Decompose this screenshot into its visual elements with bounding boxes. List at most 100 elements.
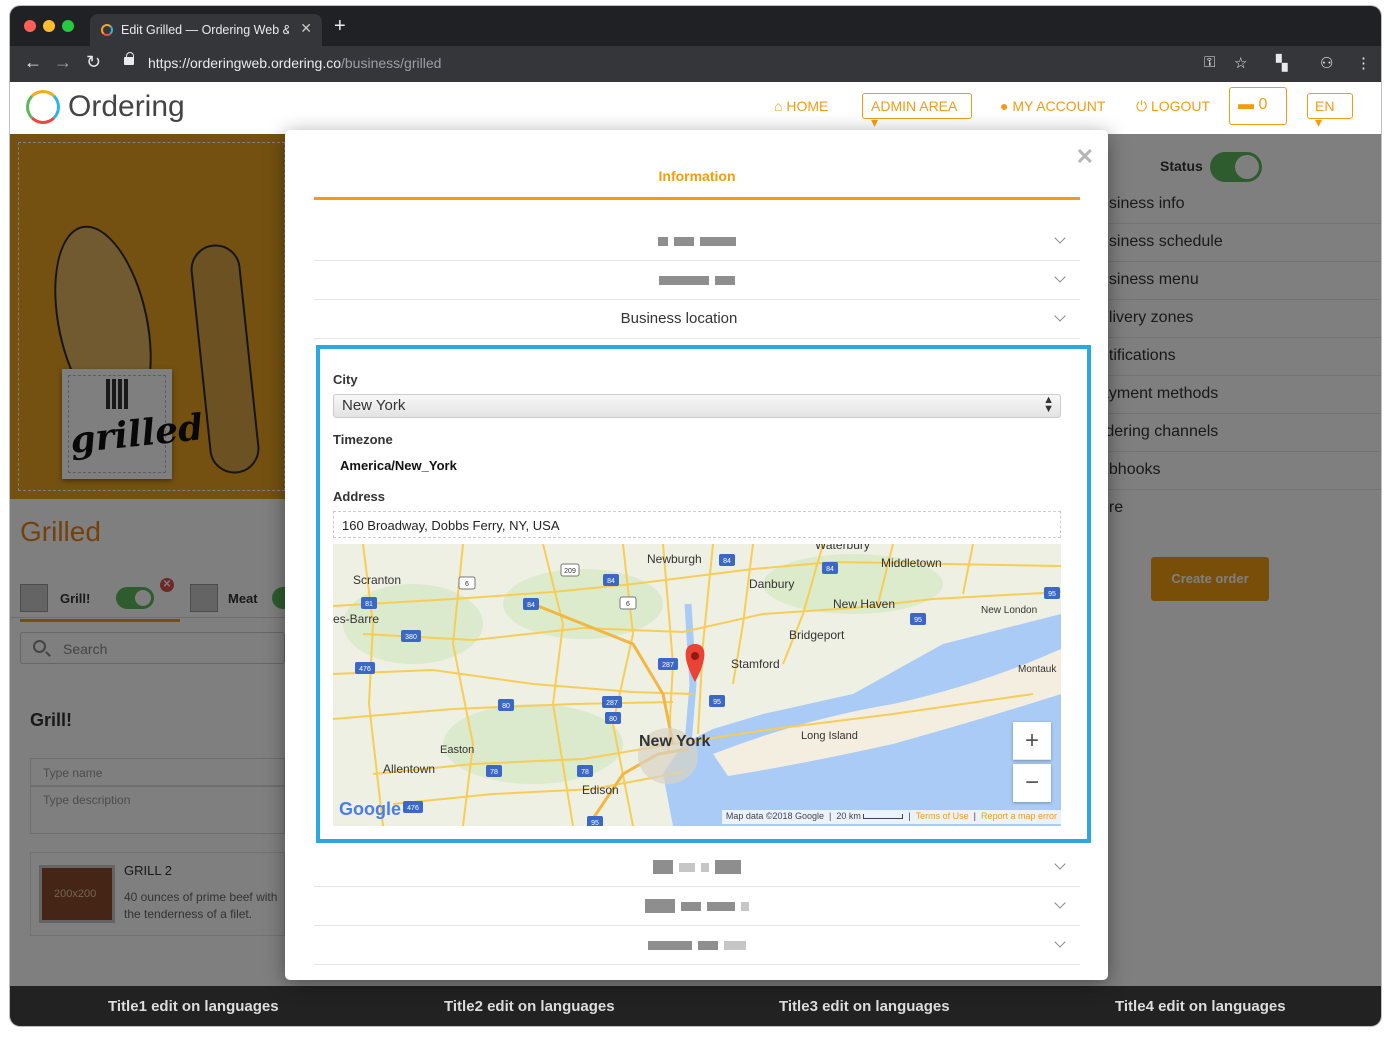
menu-dots-icon[interactable]: ⋮ [1356,54,1371,72]
zoom-in-button[interactable]: + [1013,722,1051,760]
power-icon: ⏻ [1136,98,1151,114]
select-arrows-icon: ▲ ▼ [1043,394,1054,415]
highway-shield: 95 [914,617,922,624]
logout-label: LOGOUT [1150,98,1211,114]
tab-close-icon[interactable]: ✕ [300,20,312,37]
home-label: HOME [786,98,829,114]
highway-shield: 80 [609,716,617,723]
highway-shield: 380 [405,634,417,641]
map-label: Waterbury [815,544,870,552]
information-modal: ✕ Information Business location City New… [285,130,1108,980]
favicon-icon [101,24,113,36]
map-label: Middletown [881,556,942,570]
cart-count: 0 [1258,96,1268,113]
accordion-item-redacted-3[interactable] [314,848,1080,887]
footer-title-1[interactable]: Title1 edit on languages [108,998,279,1015]
highway-shield: 287 [606,700,618,707]
map-label: Danbury [749,577,795,591]
new-tab-button[interactable]: + [334,15,346,38]
home-link[interactable]: ⌂ HOME [774,98,828,114]
url-path: /business/grilled [341,55,442,71]
highway-shield: 95 [713,699,721,706]
city-label: City [333,372,358,387]
highway-shield: 287 [662,662,674,669]
map-data-credit: Map data ©2018 Google [725,811,825,821]
star-icon[interactable]: ☆ [1234,54,1247,72]
scale-bar [863,814,904,819]
tab-bar: Edit Grilled — Ordering Web & ✕ + [10,6,1381,46]
reload-icon[interactable]: ↻ [86,52,101,73]
address-label: Address [333,489,386,504]
map-label: Newburgh [647,552,702,566]
terms-link[interactable]: Terms of Use [916,811,969,821]
timezone-label: Timezone [333,432,393,447]
map-canvas: 209 84 84 84 84 6 6 81 95 95 380 287 476… [333,544,1061,826]
incognito-icon[interactable]: ⚇ [1320,54,1333,72]
city-select[interactable]: New York ▲ ▼ [333,394,1061,418]
minimize-window-button[interactable] [43,20,55,32]
redacted-label [314,232,1080,249]
map-label: New Haven [833,597,896,611]
timezone-value: America/New_York [340,458,457,473]
url-field[interactable]: https://orderingweb.ordering.co/business… [148,55,441,71]
key-icon[interactable]: ⚿ [1204,54,1215,71]
ordering-logo-icon[interactable] [26,90,60,124]
tab-title: Edit Grilled — Ordering Web & [121,23,289,37]
forward-arrow-icon[interactable]: → [54,52,72,73]
map-label: Montauk [1018,664,1057,675]
browser-tab[interactable]: Edit Grilled — Ordering Web & ✕ [90,14,322,46]
map-main-city: New York [639,733,711,750]
logout-link[interactable]: ⏻ LOGOUT [1136,98,1210,115]
my-account-label: MY ACCOUNT [1012,98,1106,114]
map-label: Allentown [383,762,436,776]
google-logo[interactable]: Google [339,799,401,820]
address-input[interactable]: 160 Broadway, Dobbs Ferry, NY, USA [333,511,1061,538]
map-label: Scranton [353,573,402,587]
highway-shield: 476 [359,666,371,673]
address-bar: ← → ↻ https://orderingweb.ordering.co/bu… [10,46,1381,82]
footer-title-2[interactable]: Title2 edit on languages [444,998,615,1015]
highway-shield: 476 [407,805,419,812]
highway-shield: 6 [626,601,630,608]
highway-shield: 81 [365,601,373,608]
redacted-label [314,271,1080,288]
footer-title-4[interactable]: Title4 edit on languages [1115,998,1286,1015]
maximize-window-button[interactable] [62,20,74,32]
map-label: Stamford [731,657,780,671]
cast-icon[interactable]: ▚ [1276,54,1288,72]
accordion-item-redacted-5[interactable] [314,926,1080,965]
accordion-label: Business location [620,310,738,327]
zoom-out-button[interactable]: − [1013,764,1051,802]
admin-area-dropdown[interactable]: ADMIN AREA ▾ [862,93,972,130]
highway-shield: 80 [502,703,510,710]
highway-shield: 78 [490,769,498,776]
map-label: Long Island [801,730,858,742]
map-label: New London [981,605,1038,616]
highway-shield: 95 [591,820,599,826]
site-header: Ordering ⌂ HOME ADMIN AREA ▾ ● MY ACCOUN… [10,82,1381,134]
cart-button[interactable]: ▬ 0 [1229,87,1287,125]
accordion-item-business-location[interactable]: Business location [314,300,1080,339]
accordion-item-redacted-2[interactable] [314,261,1080,300]
report-map-error-link[interactable]: Report a map error [981,811,1057,821]
map-label: Easton [440,744,475,756]
location-map[interactable]: 209 84 84 84 84 6 6 81 95 95 380 287 476… [333,544,1061,826]
close-window-button[interactable] [24,20,36,32]
redacted-label [314,936,1080,953]
map-attribution: Map data ©2018 Google | 20 km | Terms of… [721,810,1061,824]
tab-information[interactable]: Information [314,156,1080,200]
footer-title-3[interactable]: Title3 edit on languages [779,998,950,1015]
map-scale: 20 km [836,811,861,821]
admin-area-label: ADMIN AREA [871,98,957,114]
back-arrow-icon[interactable]: ← [24,52,42,73]
accordion-item-redacted-4[interactable] [314,887,1080,926]
highway-shield: 84 [527,602,535,609]
highway-shield: 84 [723,558,731,565]
my-account-link[interactable]: ● MY ACCOUNT [1000,98,1105,114]
logo-text[interactable]: Ordering [68,90,185,124]
footer: Title1 edit on languages Title2 edit on … [10,986,1381,1026]
accordion-item-redacted-1[interactable] [314,222,1080,261]
browser-window: Edit Grilled — Ordering Web & ✕ + ← → ↻ … [10,6,1381,1026]
language-dropdown[interactable]: EN ▾ [1307,93,1353,130]
url-host: https://orderingweb.ordering.co [148,55,341,71]
